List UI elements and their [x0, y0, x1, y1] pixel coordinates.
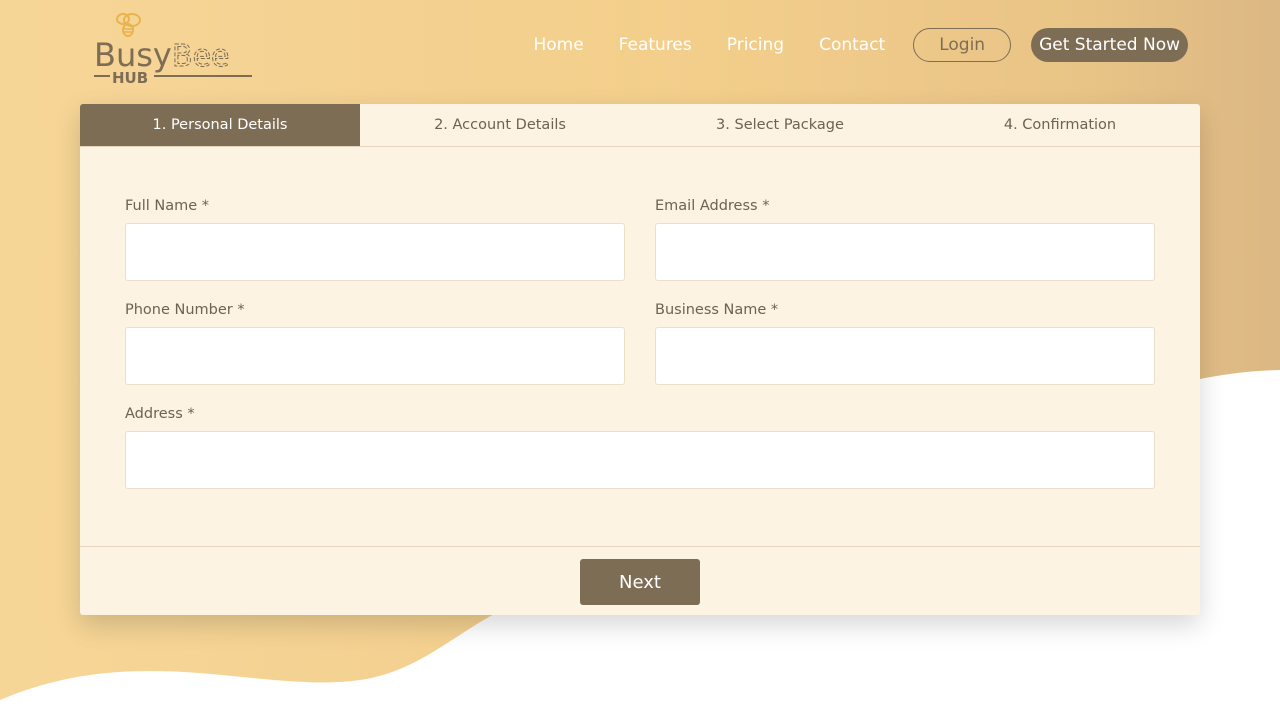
email-label: Email Address * [655, 198, 770, 214]
phone-group: Phone Number * [125, 301, 625, 385]
business-name-group: Business Name * [655, 301, 1155, 385]
nav-link-contact[interactable]: Contact [819, 35, 885, 55]
nav-link-pricing[interactable]: Pricing [727, 35, 784, 55]
main-nav: Home Features Pricing Contact Login Get … [533, 28, 1188, 62]
address-label: Address * [125, 406, 195, 422]
personal-details-form: Full Name * Email Address * Phone Number… [80, 147, 1200, 489]
business-name-input[interactable] [655, 327, 1155, 385]
tab-select-package[interactable]: 3. Select Package [640, 104, 920, 146]
step-tabs: 1. Personal Details 2. Account Details 3… [80, 104, 1200, 147]
nav-link-home[interactable]: Home [533, 35, 583, 55]
logo-text-secondary: Bee [172, 39, 230, 74]
registration-card: 1. Personal Details 2. Account Details 3… [80, 104, 1200, 615]
tab-personal-details[interactable]: 1. Personal Details [80, 104, 360, 146]
phone-label: Phone Number * [125, 302, 245, 318]
logo-text-sub: HUB [112, 69, 148, 87]
full-name-input[interactable] [125, 223, 625, 281]
next-button[interactable]: Next [580, 559, 700, 605]
address-group: Address * [125, 405, 1155, 489]
full-name-label: Full Name * [125, 198, 210, 214]
login-button[interactable]: Login [913, 28, 1012, 62]
form-footer: Next [80, 546, 1200, 615]
get-started-button[interactable]: Get Started Now [1031, 28, 1188, 62]
email-input[interactable] [655, 223, 1155, 281]
brand-logo[interactable]: Busy Bee HUB [92, 8, 262, 88]
tab-account-details[interactable]: 2. Account Details [360, 104, 640, 146]
address-input[interactable] [125, 431, 1155, 489]
business-name-label: Business Name * [655, 302, 779, 318]
tab-confirmation[interactable]: 4. Confirmation [920, 104, 1200, 146]
full-name-group: Full Name * [125, 197, 625, 281]
bee-logo-icon: Busy Bee HUB [94, 13, 252, 87]
phone-input[interactable] [125, 327, 625, 385]
email-group: Email Address * [655, 197, 1155, 281]
nav-link-features[interactable]: Features [619, 35, 692, 55]
